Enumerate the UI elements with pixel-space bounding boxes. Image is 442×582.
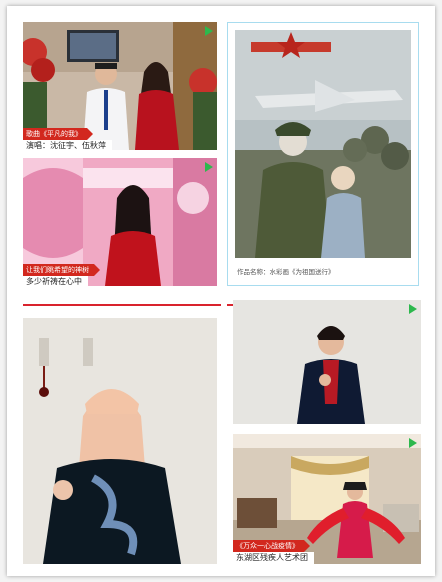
qipao-scene (23, 318, 217, 564)
lyric-subtitle: 多少祈祷在心中 (23, 276, 88, 286)
video-red-scarf-singer[interactable] (233, 300, 421, 424)
photo-collage: 歌曲《平凡的我》 演唱：沈征宇、伍秋萍 让我们眺希望的神树 多少祈祷在心中 作品… (7, 6, 435, 576)
program-tag: 《万众一心战疫情》 (233, 540, 310, 552)
red-scarf-scene (233, 300, 421, 424)
video-duet[interactable]: 歌曲《平凡的我》 演唱：沈征宇、伍秋萍 (23, 22, 217, 150)
performer-subtitle: 演唱：沈征宇、伍秋萍 (23, 140, 112, 150)
play-icon[interactable] (205, 162, 213, 172)
painting-caption: 作品名称：水彩画《为祖国送行》 (237, 268, 335, 276)
lyric-tag: 让我们眺希望的神树 (23, 264, 100, 276)
video-singer-pink[interactable]: 让我们眺希望的神树 多少祈祷在心中 (23, 158, 217, 286)
painting-image[interactable] (235, 30, 411, 258)
video-dance-troupe[interactable]: 《万众一心战疫情》 东湖区残疾人艺术团 (233, 434, 421, 564)
play-icon[interactable] (205, 26, 213, 36)
play-icon[interactable] (409, 304, 417, 314)
video-qipao-singer[interactable] (23, 318, 217, 564)
song-tag: 歌曲《平凡的我》 (23, 128, 93, 140)
watercolor-painting (235, 30, 411, 258)
troupe-subtitle: 东湖区残疾人艺术团 (233, 552, 314, 564)
play-icon[interactable] (409, 438, 417, 448)
section-divider (23, 304, 221, 306)
